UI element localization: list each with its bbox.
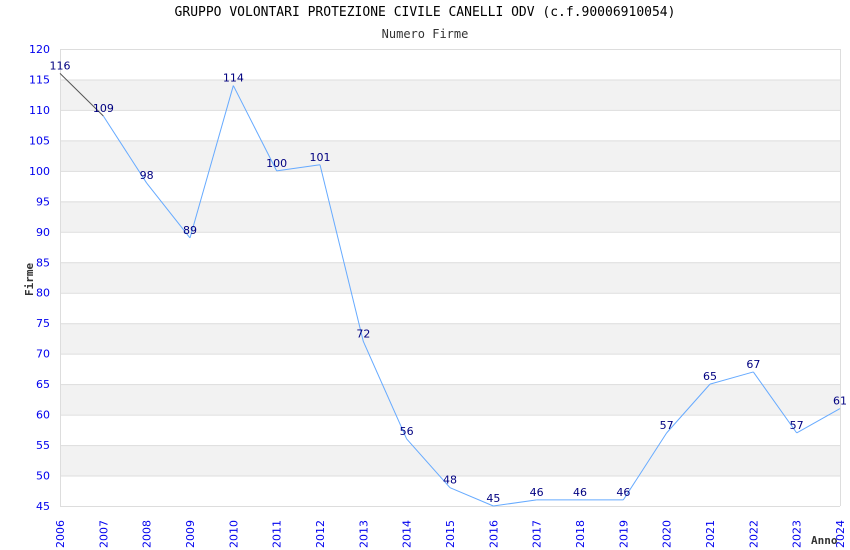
x-tick-label: 2017 [531,520,544,548]
grid-band [60,445,840,476]
data-label: 56 [400,425,414,438]
x-tick-label: 2007 [97,520,110,548]
data-label: 65 [703,370,717,383]
y-tick-label: 100 [29,165,50,178]
data-label: 100 [266,157,287,170]
x-tick-label: 2023 [791,520,804,548]
x-tick-label: 2019 [617,520,630,548]
data-label: 109 [93,102,114,115]
x-tick-label: 2016 [487,520,500,548]
x-tick-label: 2022 [747,520,760,548]
y-axis-label: Firme [23,263,36,296]
data-label: 48 [443,474,457,487]
data-label: 67 [746,358,760,371]
y-tick-label: 85 [36,256,50,269]
grid-band [60,262,840,293]
data-label: 46 [530,486,544,499]
grid-band [60,384,840,415]
x-tick-label: 2018 [574,520,587,548]
x-tick-label: 2014 [401,520,414,548]
x-tick-label: 2013 [357,520,370,548]
y-tick-label: 60 [36,409,50,422]
x-tick-label: 2015 [444,520,457,548]
y-tick-label: 90 [36,226,50,239]
grid-band [60,201,840,232]
y-tick-label: 110 [29,104,50,117]
y-tick-label: 75 [36,317,50,330]
y-tick-label: 115 [29,73,50,86]
x-axis-label: Anno [811,534,838,547]
data-label: 98 [140,169,154,182]
grid-band [60,79,840,110]
x-tick-label: 2012 [314,520,327,548]
x-tick-label: 2008 [141,520,154,548]
data-label: 46 [573,486,587,499]
y-tick-label: 70 [36,348,50,361]
x-tick-label: 2020 [661,520,674,548]
grid-band [60,323,840,354]
x-tick-label: 2010 [227,520,240,548]
data-label: 72 [356,327,370,340]
line-segment [319,164,364,342]
y-tick-label: 65 [36,378,50,391]
y-tick-label: 105 [29,134,50,147]
y-tick-label: 80 [36,287,50,300]
data-label: 61 [833,395,847,408]
x-tick-label: 2021 [704,520,717,548]
y-tick-label: 95 [36,195,50,208]
line-chart: 45 50 55 60 65 70 75 80 85 90 95 100 105 110 115 120 20… [23,43,847,548]
y-tick-label: 120 [29,43,50,56]
data-label: 89 [183,224,197,237]
x-tick-label: 2009 [184,520,197,548]
data-label: 101 [310,151,331,164]
y-tick-label: 50 [36,470,50,483]
data-label: 45 [486,492,500,505]
y-tick-label: 55 [36,439,50,452]
data-label: 116 [50,59,71,72]
data-label: 57 [790,419,804,432]
data-label: 57 [660,419,674,432]
y-tick-label: 45 [36,500,50,513]
x-tick-label: 2006 [54,520,67,548]
x-tick-label: 2011 [271,520,284,548]
grid-band [60,140,840,171]
data-label: 46 [616,486,630,499]
data-label: 114 [223,72,244,85]
